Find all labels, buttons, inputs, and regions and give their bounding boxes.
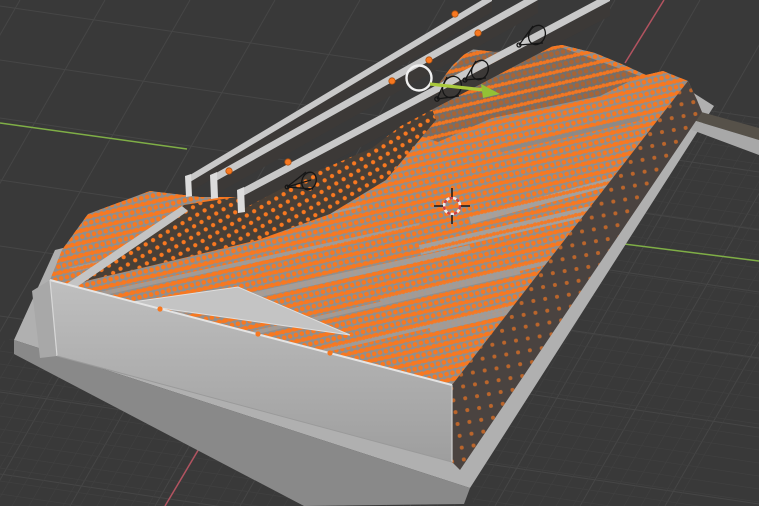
edge-vertex[interactable] [255,331,260,336]
viewport-window [0,0,759,506]
control-point[interactable] [452,11,458,17]
control-point[interactable] [475,30,481,36]
control-point[interactable] [426,57,432,63]
edge-vertex[interactable] [327,350,332,355]
edge-vertex[interactable] [157,306,162,311]
control-point[interactable] [389,78,395,84]
control-point[interactable] [226,168,232,174]
control-point[interactable] [285,159,291,165]
viewport-canvas[interactable] [0,0,759,506]
